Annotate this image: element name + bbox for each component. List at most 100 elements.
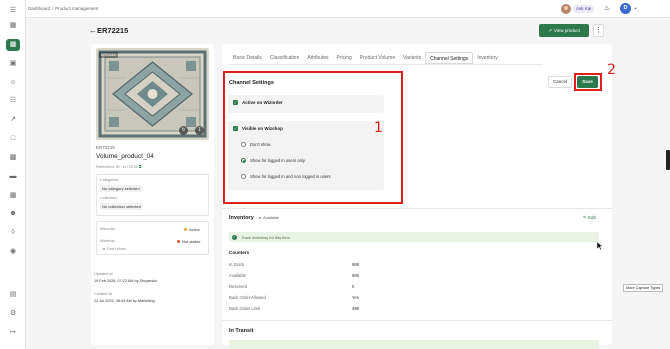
- counter-label: Back Order Allowed: [229, 295, 266, 300]
- tab-pricing[interactable]: Pricing: [333, 52, 356, 64]
- tab-classification[interactable]: Classification: [266, 52, 303, 64]
- products-icon[interactable]: ▩: [6, 39, 20, 51]
- box-icon[interactable]: ▣: [9, 60, 17, 68]
- counter-value: 0: [352, 284, 355, 289]
- user-menu-avatar[interactable]: D: [620, 3, 631, 14]
- categories-label: Categories: [100, 178, 119, 182]
- track-inventory-bar[interactable]: ✓ Track inventory for this item: [229, 232, 599, 242]
- chart-icon[interactable]: ↗: [9, 116, 17, 124]
- chevron-down-icon[interactable]: ⌄: [633, 4, 638, 13]
- counter-label: In Stock: [229, 262, 245, 267]
- breadcrumb-current: Product management: [55, 6, 99, 11]
- menu-icon[interactable]: ☰: [9, 7, 17, 15]
- ask-kai-button[interactable]: Ask Kai: [573, 5, 595, 13]
- wizshop-sub: Don't show: [103, 247, 126, 251]
- wizorder-status-text: Active: [189, 227, 200, 232]
- logout-icon[interactable]: ↦: [9, 329, 17, 337]
- reference-id: Reference ID : er72215 ⧉: [96, 164, 142, 169]
- counter-label: Available: [229, 273, 246, 278]
- camera-icon[interactable]: ◉: [9, 248, 17, 256]
- cancel-button[interactable]: Cancel: [548, 76, 572, 88]
- folder-icon[interactable]: ▬: [9, 173, 17, 181]
- check-circle-icon: ✓: [232, 234, 237, 240]
- external-link-icon: ↗: [548, 27, 552, 33]
- section-divider: [222, 208, 612, 209]
- more-options-button[interactable]: ⋮: [593, 24, 604, 37]
- created-label: Created at: [94, 292, 112, 296]
- tag-icon[interactable]: ◊: [9, 229, 17, 237]
- breadcrumb-root[interactable]: Dashboard: [28, 6, 50, 11]
- edit-label: Edit: [588, 215, 596, 220]
- tab-attributes[interactable]: Attributes: [303, 52, 332, 64]
- edit-inventory-button[interactable]: ✎ Edit: [583, 215, 596, 221]
- counter-value: 989: [352, 273, 359, 278]
- counter-value: 989: [352, 262, 359, 267]
- wizorder-label: Wizorder: [100, 227, 116, 231]
- scrollbar[interactable]: [666, 150, 670, 170]
- team-icon[interactable]: ☻: [9, 210, 17, 218]
- left-sidebar: ☰ ▦ ▩ ▣ ☺ ☷ ↗ □ ▩ ▬ ▦ ☻ ◊ ◉ ▤ ⚙ ↦: [0, 0, 26, 349]
- product-name: Volume_product_04: [96, 153, 154, 160]
- layers-icon[interactable]: ☷: [9, 97, 17, 105]
- wizshop-status: Not visible: [177, 239, 200, 244]
- product-card: ER72215 ↻ ↧ ER72215 Volume_product_04 Re…: [91, 44, 214, 345]
- collection-value: No collection selected: [100, 203, 143, 210]
- annotation-number-2: 2: [607, 62, 616, 78]
- user-icon[interactable]: ☺: [9, 79, 17, 87]
- categories-box: Categories No category selected Collecti…: [96, 174, 209, 216]
- tab-variants[interactable]: Variants: [399, 52, 425, 64]
- product-image: [96, 48, 209, 140]
- tab-inventory[interactable]: Inventory: [473, 52, 502, 64]
- channels-box: Wizorder Active Wizshop Not visible Don'…: [96, 221, 209, 255]
- clipboard-icon[interactable]: □: [9, 135, 17, 143]
- edit-icon: ✎: [583, 215, 587, 220]
- page-title: ER72215: [97, 26, 129, 35]
- highlight-box-save: [574, 73, 602, 91]
- wizorder-status: Active: [184, 227, 200, 232]
- tab-product-volume[interactable]: Product Volume: [356, 52, 399, 64]
- counters-title: Counters: [229, 250, 250, 255]
- counter-value: Yes: [352, 295, 359, 300]
- archive-icon[interactable]: ▤: [9, 291, 17, 299]
- download-icon[interactable]: ↧: [195, 126, 204, 135]
- collection-label: Collection: [100, 196, 117, 200]
- tooltip: More Capture Types: [623, 284, 664, 292]
- breadcrumb-separator: /: [52, 6, 54, 11]
- settings-icon[interactable]: ⚙: [9, 310, 17, 318]
- dashboard-icon[interactable]: ▦: [9, 22, 17, 30]
- inventory-status-text: Available: [263, 215, 280, 220]
- grid-icon[interactable]: ▦: [9, 192, 17, 200]
- wizshop-status-text: Not visible: [182, 239, 201, 244]
- highlight-box-channel-settings: [223, 71, 403, 204]
- back-arrow-icon[interactable]: ←: [89, 27, 97, 35]
- categories-value: No category selected: [100, 185, 142, 192]
- view-product-button[interactable]: ↗ View product: [539, 24, 589, 37]
- mouse-cursor-icon: [596, 241, 604, 252]
- in-transit-title: In Transit: [229, 328, 254, 334]
- image-refresh-icon[interactable]: ↻: [179, 126, 188, 135]
- view-product-label: View product: [553, 28, 580, 33]
- in-transit-bar: [229, 340, 599, 349]
- tab-bar: Basic Details Classification Attributes …: [229, 52, 502, 64]
- reference-id-text: Reference ID : er72215: [96, 164, 138, 169]
- tabs-divider: [229, 64, 543, 65]
- updated-value: 19 Feb 2026, 07:22 AM by Divyanshu: [94, 279, 158, 283]
- counter-label: Reserved: [229, 284, 247, 289]
- avatar[interactable]: [561, 4, 571, 14]
- track-inventory-text: Track inventory for this item: [241, 235, 290, 240]
- copy-icon[interactable]: ⧉: [139, 164, 142, 169]
- tab-basic-details[interactable]: Basic Details: [229, 52, 266, 64]
- section-divider: [222, 320, 612, 321]
- tab-channel-settings[interactable]: Channel Settings: [425, 52, 474, 64]
- wizshop-label: Wizshop: [100, 239, 115, 243]
- created-value: 24 Jul 2025, 08:44 AM by Marketing: [94, 299, 155, 303]
- bell-icon[interactable]: ♨: [603, 4, 611, 13]
- updated-label: Updated at: [94, 272, 113, 276]
- product-sku: ER72215: [96, 145, 115, 150]
- inventory-title: Inventory: [229, 215, 254, 221]
- breadcrumb: Dashboard / Product management: [28, 6, 98, 11]
- document-icon[interactable]: ▩: [9, 154, 17, 162]
- annotation-number-1: 1: [374, 120, 383, 136]
- wizshop-sub-text: Don't show: [107, 247, 126, 251]
- counter-value: 498: [352, 306, 359, 311]
